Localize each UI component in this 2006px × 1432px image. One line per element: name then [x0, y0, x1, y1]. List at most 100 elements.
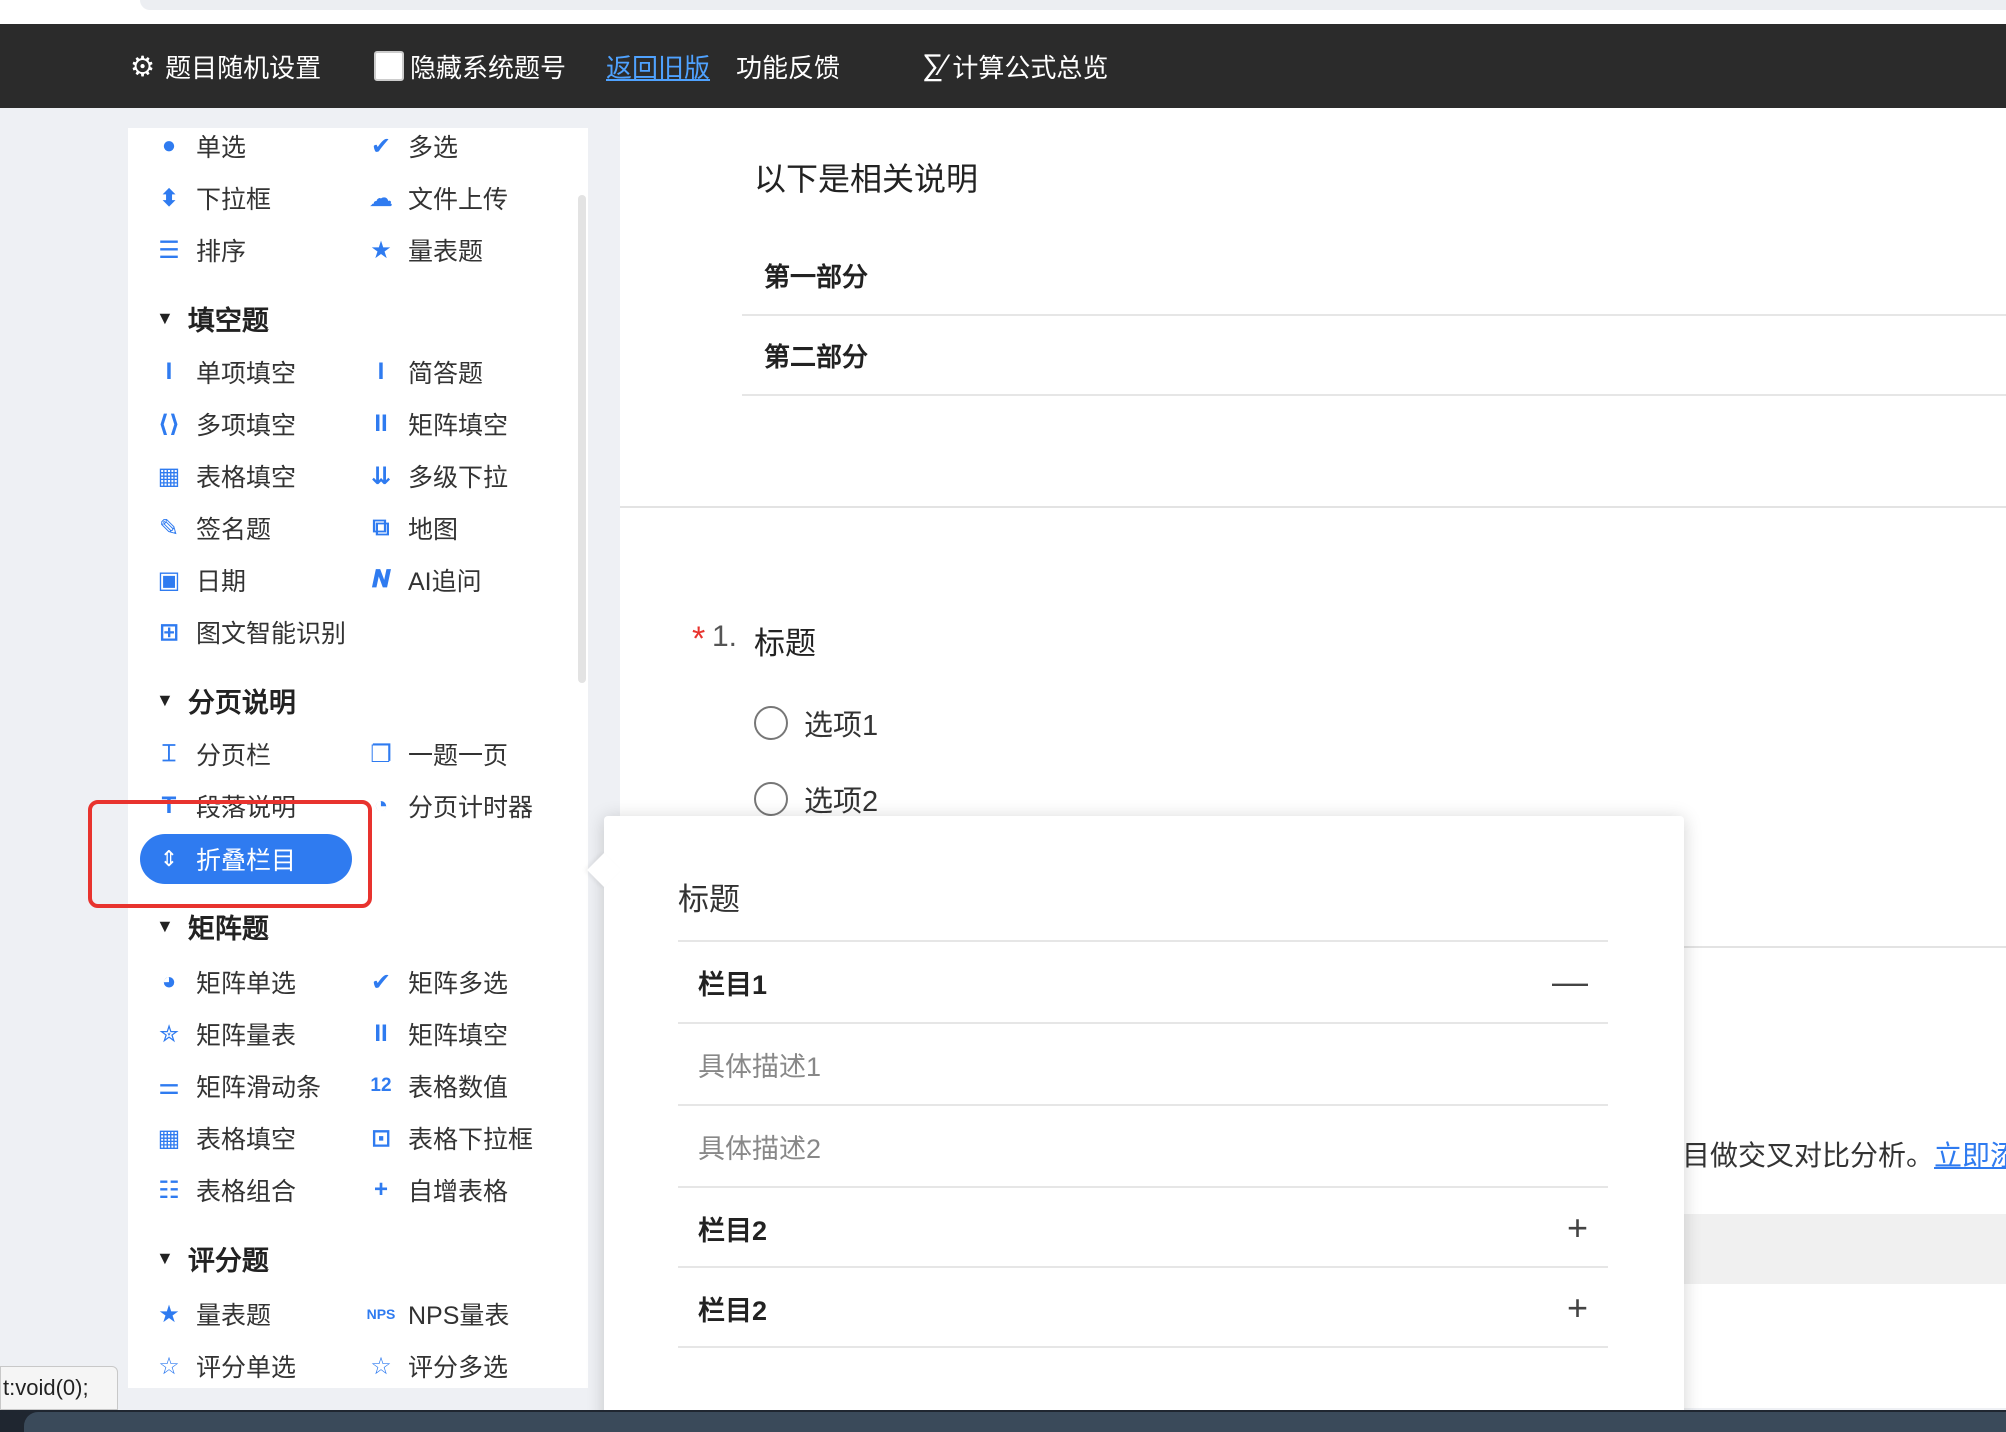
qtype-map[interactable]: ⧉ 地图	[364, 510, 458, 546]
section-title: 评分题	[187, 1245, 269, 1276]
qtype-label: 分页计时器	[408, 794, 534, 822]
qtype-label: 矩阵滑动条	[196, 1074, 322, 1102]
caret-down-icon: ▼	[156, 915, 174, 936]
list-icon: ☰	[158, 236, 180, 264]
qtype-label: 表格填空	[196, 1126, 297, 1154]
qtype-matrix-scale[interactable]: ✮ 矩阵量表	[152, 1016, 296, 1052]
qtype-table-number[interactable]: 12 表格数值	[364, 1068, 508, 1104]
qtype-label: 表格填空	[196, 464, 297, 492]
preview-section-row[interactable]: 栏目1 —	[678, 940, 1608, 1022]
plus-icon[interactable]: +	[1567, 1287, 1588, 1329]
preview-section-row[interactable]: 栏目2 +	[678, 1266, 1608, 1348]
radio-button[interactable]	[754, 706, 788, 740]
text-cursor-icon: I	[165, 358, 173, 385]
qtype-rating-multi[interactable]: ☆ 评分多选	[364, 1348, 508, 1384]
matrix-radio-icon: ◕	[161, 968, 177, 995]
browser-address-bar[interactable]	[140, 0, 2006, 10]
cross-analysis-link[interactable]: 立即添	[1934, 1140, 2006, 1171]
preview-section-label: 栏目1	[698, 969, 768, 1000]
qtype-single-fill[interactable]: I 单项填空	[152, 354, 296, 390]
qtype-table-dropdown[interactable]: ⊡ 表格下拉框	[364, 1120, 533, 1156]
qtype-auto-table[interactable]: + 自增表格	[364, 1172, 508, 1208]
radio-button[interactable]	[754, 782, 788, 816]
text-cursor-icon: I	[377, 358, 385, 385]
hide-number-label: 隐藏系统题号	[410, 52, 567, 83]
qtype-table-fill-2[interactable]: ▦ 表格填空	[152, 1120, 296, 1156]
qtype-multi-fill[interactable]: ⟨⟩ 多项填空	[152, 406, 296, 442]
qtype-one-per-page[interactable]: ❐ 一题一页	[364, 736, 508, 772]
plus-icon[interactable]: +	[1567, 1207, 1588, 1249]
section-title: 矩阵题	[187, 913, 269, 944]
part-row[interactable]: 第一部分	[742, 236, 2006, 316]
matrix-star-icon: ✮	[158, 1020, 180, 1048]
qtype-matrix-single[interactable]: ◕ 矩阵单选	[152, 964, 296, 1000]
hide-number-checkbox[interactable]	[374, 51, 404, 81]
qtype-label: 日期	[196, 568, 247, 596]
section-fill-blank-header[interactable]: ▼ 填空题	[156, 300, 269, 336]
qtype-file-upload[interactable]: ☁ 文件上传	[364, 180, 508, 216]
qtype-label: 多级下拉	[408, 464, 509, 492]
checkmark-icon: ✔	[370, 132, 392, 160]
radio-dot-icon: ●	[161, 132, 177, 159]
qtype-dropdown[interactable]: ⬍ 下拉框	[152, 180, 271, 216]
question-title[interactable]: 标题	[754, 618, 816, 663]
intro-title[interactable]: 以下是相关说明	[754, 154, 978, 200]
option-row[interactable]: 选项2	[754, 778, 878, 820]
section-pagination-header[interactable]: ▼ 分页说明	[156, 682, 296, 718]
qtype-matrix-fill-2[interactable]: II 矩阵填空	[364, 1016, 508, 1052]
random-settings-button[interactable]: ⚙ 题目随机设置	[130, 48, 321, 85]
browser-top-strip	[0, 0, 2006, 24]
qtype-label: 折叠栏目	[196, 847, 297, 875]
plus-icon: +	[373, 1176, 388, 1203]
qtype-multi-choice[interactable]: ✔ 多选	[364, 128, 458, 164]
qtype-cascade-dropdown[interactable]: ⇊ 多级下拉	[364, 458, 508, 494]
qtype-table-combo[interactable]: ☷ 表格组合	[152, 1172, 296, 1208]
qtype-matrix-slider[interactable]: ⚌ 矩阵滑动条	[152, 1068, 321, 1104]
qtype-rating-scale[interactable]: ★ 量表题	[152, 1296, 271, 1332]
gear-icon: ⚙	[130, 50, 156, 82]
panel-scrollbar[interactable]	[578, 195, 586, 683]
sort-arrows-icon: ⬍	[158, 184, 180, 212]
qtype-label: 评分单选	[196, 1354, 297, 1382]
qtype-scale[interactable]: ★ 量表题	[364, 232, 483, 268]
hide-number-toggle[interactable]: 隐藏系统题号	[374, 48, 566, 85]
qtype-rating-single[interactable]: ☆ 评分单选	[152, 1348, 296, 1384]
qtype-page-timer[interactable]: ◔ 分页计时器	[364, 788, 533, 824]
feedback-button[interactable]: 功能反馈	[736, 48, 840, 85]
collapse-preview-popover: 标题 栏目1 — 具体描述1 具体描述2 栏目2 + 栏目2 +	[587, 816, 1684, 1432]
grey-panel	[1682, 1214, 2006, 1284]
qtype-label: 一题一页	[408, 742, 509, 770]
qtype-short-answer[interactable]: I 简答题	[364, 354, 483, 390]
qtype-single-choice[interactable]: ● 单选	[152, 128, 246, 164]
qtype-label: 量表题	[408, 238, 484, 266]
part-row[interactable]: 第二部分	[742, 316, 2006, 396]
qtype-paragraph[interactable]: T 段落说明	[152, 788, 296, 824]
qtype-label: 单选	[196, 134, 247, 162]
minus-icon[interactable]: —	[1552, 961, 1588, 1003]
ocr-icon: ⊞	[158, 618, 180, 646]
qtype-sort[interactable]: ☰ 排序	[152, 232, 246, 268]
qtype-matrix-multi[interactable]: ✔ 矩阵多选	[364, 964, 508, 1000]
section-rating-header[interactable]: ▼ 评分题	[156, 1240, 269, 1276]
section-matrix-header[interactable]: ▼ 矩阵题	[156, 908, 269, 944]
star-icon: ★	[370, 236, 392, 264]
required-mark: *	[692, 620, 706, 658]
preview-section-label: 栏目2	[698, 1295, 768, 1326]
qtype-ai-followup[interactable]: 𝑵 AI追问	[364, 562, 482, 598]
star-icon: ★	[158, 1300, 180, 1328]
option-row[interactable]: 选项1	[754, 702, 878, 744]
preview-section-row[interactable]: 栏目2 +	[678, 1186, 1608, 1268]
qtype-date[interactable]: ▣ 日期	[152, 562, 246, 598]
qtype-label: 表格数值	[408, 1074, 509, 1102]
qtype-label: 表格组合	[196, 1178, 297, 1206]
qtype-page-break[interactable]: ⌶ 分页栏	[152, 736, 271, 772]
old-version-link[interactable]: 返回旧版	[606, 48, 710, 85]
qtype-table-fill[interactable]: ▦ 表格填空	[152, 458, 296, 494]
qtype-collapse-section[interactable]: ⇕ 折叠栏目	[140, 834, 352, 884]
random-settings-label: 题目随机设置	[165, 52, 322, 83]
qtype-ocr[interactable]: ⊞ 图文智能识别	[152, 614, 346, 650]
qtype-signature[interactable]: ✎ 签名题	[152, 510, 271, 546]
qtype-matrix-fill[interactable]: II 矩阵填空	[364, 406, 508, 442]
qtype-nps[interactable]: NPS NPS量表	[364, 1296, 510, 1332]
formula-overview-button[interactable]: ∑⁄ 计算公式总览	[922, 48, 1108, 85]
